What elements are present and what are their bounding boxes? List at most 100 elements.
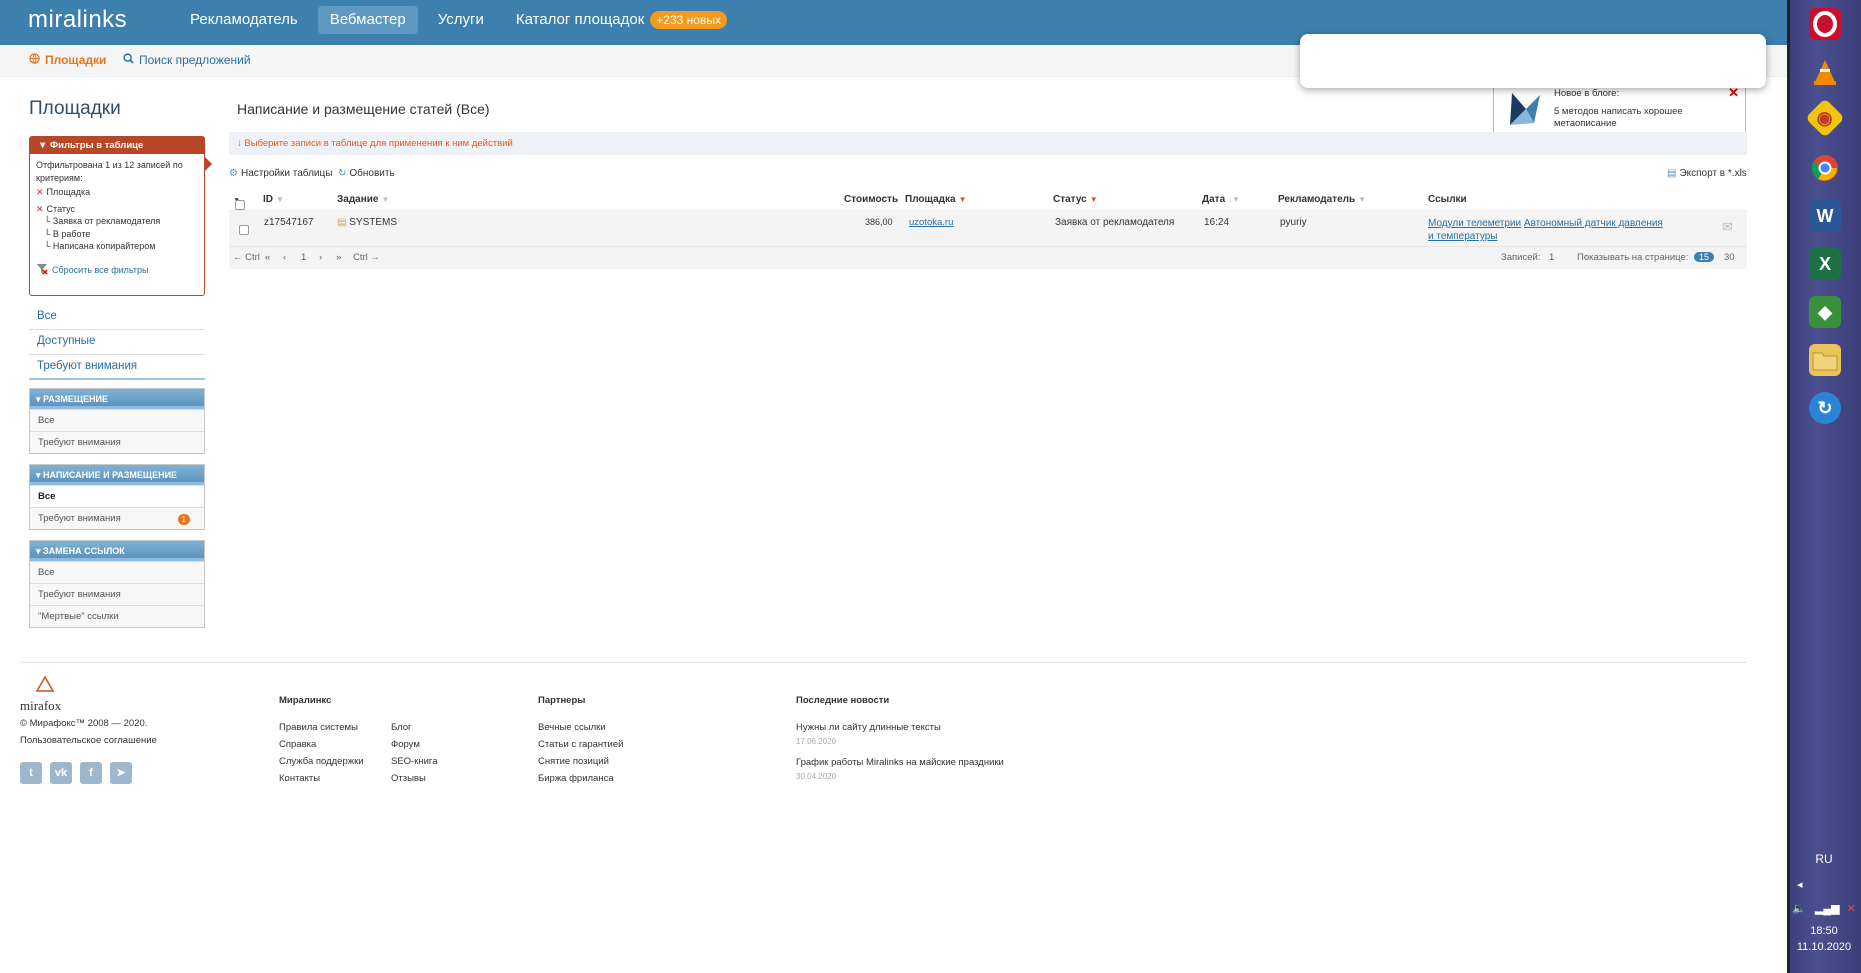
sidebar-item-all[interactable]: Все bbox=[29, 305, 205, 330]
chrome-icon[interactable] bbox=[1809, 152, 1841, 184]
show-hidden-icons[interactable]: ◂ bbox=[1787, 878, 1861, 891]
sort-icon[interactable]: ↓▼ bbox=[1228, 195, 1240, 204]
section-writing-all[interactable]: Все bbox=[30, 485, 204, 507]
table-row[interactable]: z17547167 ▤ SYSTEMS 386,00 uzotoka.ru За… bbox=[229, 211, 1747, 247]
footer-link[interactable]: Биржа фриланса bbox=[538, 770, 623, 787]
news-link[interactable]: График работы Miralinks на майские празд… bbox=[796, 754, 1004, 771]
footer-link[interactable]: Контакты bbox=[279, 770, 364, 787]
select-all-checkbox[interactable]: ▾ bbox=[235, 194, 245, 210]
next-page-button[interactable]: › bbox=[319, 252, 322, 263]
footer-link[interactable]: Блог bbox=[391, 719, 437, 736]
export-xls-button[interactable]: ▤ Экспорт в *.xls bbox=[1667, 168, 1747, 179]
opera-icon[interactable] bbox=[1809, 8, 1841, 40]
vk-icon[interactable]: vk bbox=[50, 762, 72, 784]
prev-page-button[interactable]: ‹ bbox=[283, 252, 286, 263]
section-writing-header[interactable]: ▾ НАПИСАНИЕ И РАЗМЕЩЕНИЕ bbox=[30, 465, 204, 485]
eye-app-icon[interactable]: ◉ bbox=[1805, 98, 1845, 138]
sidebar-item-attention[interactable]: Требуют внимания bbox=[29, 355, 205, 380]
twitter-icon[interactable]: t bbox=[20, 762, 42, 784]
reset-filter-icon bbox=[36, 263, 48, 279]
footer-link[interactable]: Статьи с гарантией bbox=[538, 736, 623, 753]
col-status[interactable]: Статус ▼ bbox=[1053, 194, 1098, 205]
signal-icon[interactable]: ▂▄▆ bbox=[1815, 903, 1840, 915]
new-sites-badge: +233 новых bbox=[650, 11, 727, 29]
current-page[interactable]: 1 bbox=[301, 252, 306, 263]
filter-active-icon[interactable]: ▼ bbox=[1090, 195, 1098, 204]
footer-link[interactable]: Форум bbox=[391, 736, 437, 753]
col-date[interactable]: Дата ↓▼ bbox=[1202, 194, 1240, 205]
subnav-sites[interactable]: Площадки bbox=[29, 53, 106, 67]
folder-icon[interactable] bbox=[1809, 344, 1841, 376]
message-icon[interactable]: ✉ bbox=[1722, 219, 1733, 235]
fox-icon bbox=[1510, 93, 1540, 125]
export-label: Экспорт в *.xls bbox=[1679, 168, 1747, 179]
nav-webmaster[interactable]: Вебмастер bbox=[317, 6, 418, 34]
reset-filters-button[interactable]: Сбросить все фильтры bbox=[36, 263, 198, 279]
section-placement-attention[interactable]: Требуют внимания bbox=[30, 431, 204, 453]
section-links-replace-dead[interactable]: "Мертвые" ссылки bbox=[30, 605, 204, 627]
network-app-icon[interactable]: ↻ bbox=[1809, 392, 1841, 424]
clock-time[interactable]: 18:50 bbox=[1787, 925, 1861, 937]
col-cost[interactable]: Стоимость bbox=[844, 194, 898, 205]
facebook-icon[interactable]: f bbox=[80, 762, 102, 784]
vlc-icon[interactable] bbox=[1809, 56, 1841, 88]
footer-link[interactable]: Отзывы bbox=[391, 770, 437, 787]
first-page-button[interactable]: « bbox=[265, 252, 270, 263]
filter-icon[interactable]: ▼ bbox=[1358, 195, 1366, 204]
section-links-replace-attention[interactable]: Требуют внимания bbox=[30, 583, 204, 605]
filter-icon[interactable]: ▼ bbox=[381, 195, 389, 204]
language-indicator[interactable]: RU bbox=[1787, 852, 1861, 866]
col-task[interactable]: Задание ▼ bbox=[337, 194, 389, 205]
row-site-link[interactable]: uzotoka.ru bbox=[909, 217, 953, 228]
footer-link[interactable]: Служба поддержки bbox=[279, 753, 364, 770]
remove-filter-icon[interactable]: ✕ bbox=[36, 204, 44, 214]
section-placement-header[interactable]: ▾ РАЗМЕЩЕНИЕ bbox=[30, 389, 204, 409]
section-links-replace-all[interactable]: Все bbox=[30, 561, 204, 583]
nav-advertiser[interactable]: Рекламодатель bbox=[178, 6, 310, 34]
last-page-button[interactable]: » bbox=[336, 252, 341, 263]
subnav-search[interactable]: Поиск предложений bbox=[123, 53, 251, 67]
filter-icon[interactable]: ▼ bbox=[276, 195, 284, 204]
per-page-15[interactable]: 15 bbox=[1694, 252, 1715, 262]
row-link-1[interactable]: Модули телеметрии bbox=[1428, 218, 1521, 229]
footer-link[interactable]: SEO-книга bbox=[391, 753, 437, 770]
volume-icon[interactable]: 🔈 bbox=[1792, 903, 1806, 915]
subnav-sites-label: Площадки bbox=[45, 53, 107, 67]
filter-site[interactable]: ✕ Площадка bbox=[36, 186, 198, 199]
row-task[interactable]: ▤ SYSTEMS bbox=[337, 217, 397, 228]
blog-notice-text[interactable]: 5 методов написать хорошее метаописание bbox=[1554, 106, 1694, 130]
excel-app-icon[interactable]: X bbox=[1809, 248, 1841, 280]
word-icon[interactable]: W bbox=[1809, 200, 1841, 232]
section-placement-all[interactable]: Все bbox=[30, 409, 204, 431]
nav-catalog[interactable]: Каталог площадок +233 новых bbox=[504, 6, 739, 34]
map-app-icon[interactable]: ◆ bbox=[1809, 296, 1841, 328]
miralinks-logo[interactable]: miralinks bbox=[28, 6, 127, 34]
remove-filter-icon[interactable]: ✕ bbox=[36, 187, 44, 197]
mirafox-logo[interactable]: mirafox bbox=[20, 675, 157, 715]
footer-col-news: Последние новости Нужны ли сайту длинные… bbox=[796, 692, 1004, 789]
footer-link[interactable]: Правила системы bbox=[279, 719, 364, 736]
filter-status[interactable]: ✕ Статус bbox=[36, 203, 198, 216]
table-settings-button[interactable]: ⚙ Настройки таблицы bbox=[229, 168, 332, 179]
filter-active-icon[interactable]: ▼ bbox=[959, 195, 967, 204]
sidebar-item-available[interactable]: Доступные bbox=[29, 330, 205, 355]
col-advertiser[interactable]: Рекламодатель ▼ bbox=[1278, 194, 1366, 205]
col-site[interactable]: Площадка ▼ bbox=[905, 194, 966, 205]
col-id[interactable]: ID ▼ bbox=[263, 194, 284, 205]
telegram-icon[interactable]: ➤ bbox=[110, 762, 132, 784]
filter-status-label: Статус bbox=[46, 203, 75, 214]
per-page-30[interactable]: 30 bbox=[1724, 252, 1735, 263]
section-links-replace-header[interactable]: ▾ ЗАМЕНА ССЫЛОК bbox=[30, 541, 204, 561]
section-writing-attention[interactable]: Требуют внимания 1 bbox=[30, 507, 204, 529]
refresh-button[interactable]: ↻ Обновить bbox=[338, 168, 395, 179]
footer-link[interactable]: Справка bbox=[279, 736, 364, 753]
nav-catalog-label: Каталог площадок bbox=[515, 11, 645, 28]
news-link[interactable]: Нужны ли сайту длинные тексты bbox=[796, 719, 1004, 736]
clock-date[interactable]: 11.10.2020 bbox=[1787, 941, 1861, 953]
footer-link[interactable]: Снятие позиций bbox=[538, 753, 623, 770]
user-agreement-link[interactable]: Пользовательское соглашение bbox=[20, 732, 157, 749]
footer-col-title: Партнеры bbox=[538, 695, 586, 706]
footer-link[interactable]: Вечные ссылки bbox=[538, 719, 623, 736]
network-off-icon[interactable]: ✕ bbox=[1847, 903, 1856, 915]
nav-services[interactable]: Услуги bbox=[426, 6, 496, 34]
